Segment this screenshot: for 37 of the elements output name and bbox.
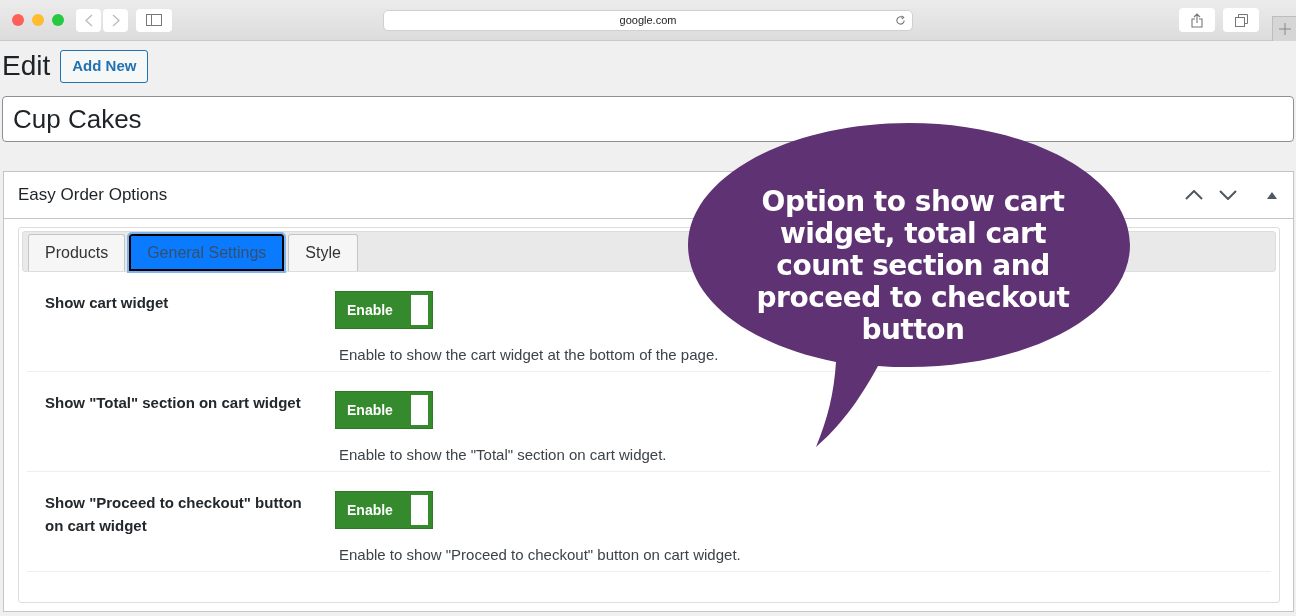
title-field[interactable]: Cup Cakes	[2, 96, 1294, 142]
setting-label: Show "Total" section on cart widget	[44, 393, 302, 413]
toggle-switch[interactable]: Enable	[335, 291, 433, 329]
tabs-icon	[1234, 13, 1248, 27]
toggle-switch[interactable]: Enable	[335, 491, 433, 529]
chevron-left-icon	[84, 13, 93, 27]
setting-description: Enable to show the cart widget at the bottom of the page.	[339, 345, 719, 365]
plus-icon	[1278, 23, 1291, 35]
sidebar-button[interactable]	[136, 8, 172, 32]
page-heading: Edit	[2, 49, 51, 83]
back-button[interactable]	[76, 8, 101, 32]
triangle-up-icon[interactable]	[1267, 191, 1277, 199]
tab[interactable]: Style	[288, 234, 358, 271]
tabs-button[interactable]	[1223, 8, 1259, 32]
reload-icon[interactable]	[895, 15, 906, 26]
address-text: google.com	[619, 13, 677, 29]
panel-title: Easy Order Options	[18, 184, 168, 207]
toggle-switch[interactable]: Enable	[335, 391, 433, 429]
toggle-knob	[411, 295, 428, 325]
setting-label: Show cart widget	[44, 293, 170, 313]
callout-text: Option to show cart widget, total cart count section and proceed to checkout button	[755, 186, 1071, 346]
setting-description: Enable to show "Proceed to checkout" button on cart widget.	[339, 545, 741, 565]
sidebar-icon	[146, 14, 162, 26]
forward-button[interactable]	[103, 8, 128, 32]
share-button[interactable]	[1179, 8, 1215, 32]
tab[interactable]: Products	[28, 234, 126, 271]
chevron-right-icon	[111, 13, 120, 27]
chevron-up-icon[interactable]	[1185, 190, 1203, 200]
toggle-knob	[411, 495, 428, 525]
setting-label: Show "Proceed to checkout" button on cart widget	[44, 493, 303, 536]
address-bar[interactable]: google.com	[383, 10, 913, 31]
share-icon	[1191, 12, 1203, 28]
toggle-knob	[411, 395, 428, 425]
new-tab-button[interactable]	[1272, 16, 1296, 41]
setting-description: Enable to show the "Total" section on cart widget.	[339, 445, 667, 465]
add-new-button[interactable]: Add New	[60, 49, 149, 83]
chevron-down-icon[interactable]	[1219, 190, 1237, 200]
